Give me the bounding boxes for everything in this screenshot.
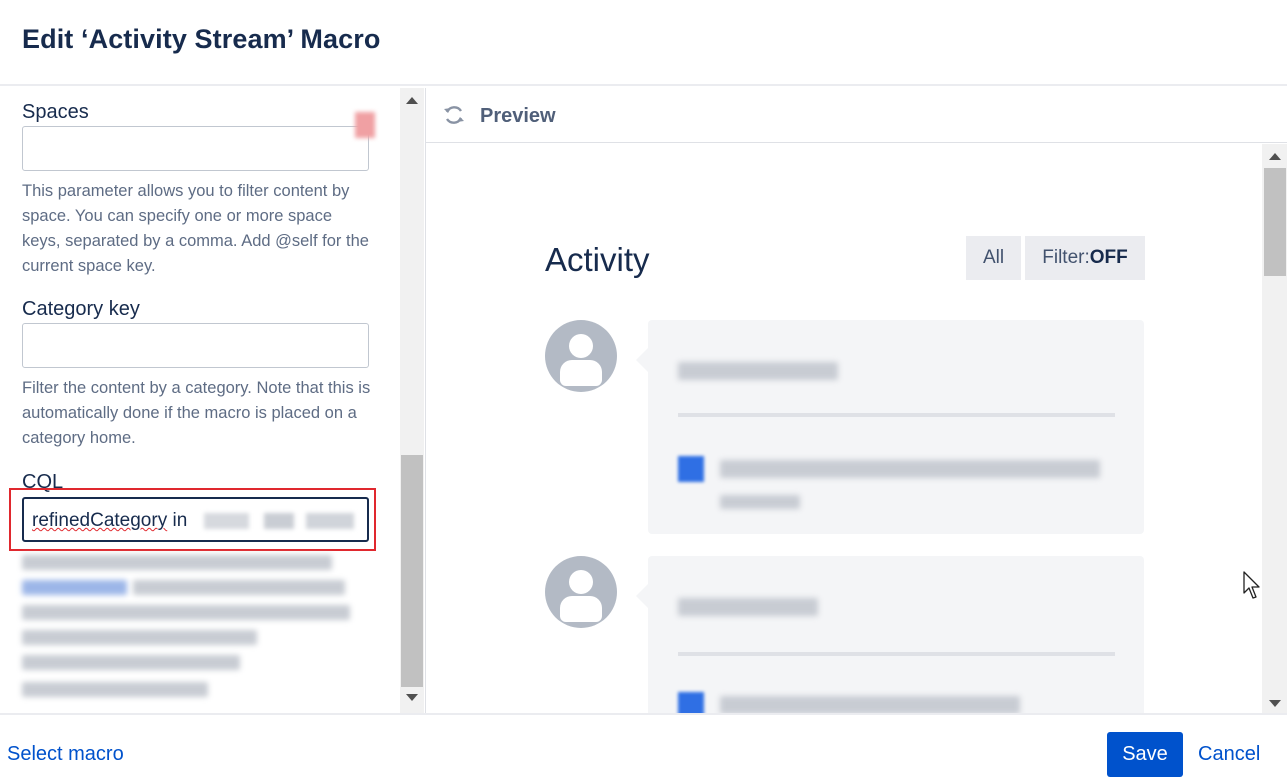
filter-toggle-button[interactable]: Filter:OFF	[1025, 236, 1145, 280]
avatar	[545, 320, 617, 392]
refresh-icon[interactable]	[442, 103, 466, 127]
preview-title: Preview	[480, 105, 556, 127]
activity-card-divider	[678, 413, 1115, 417]
preview-header: Preview	[426, 88, 1287, 143]
scroll-up-arrow-icon[interactable]	[406, 97, 418, 104]
activity-time-redacted	[720, 495, 800, 509]
spaces-label: Spaces	[22, 101, 89, 123]
cql-note-redacted-link	[22, 580, 127, 595]
cql-input-value: refinedCategory in	[32, 510, 187, 532]
activity-card-divider	[678, 652, 1115, 656]
dialog-footer: Select macro Save Cancel	[0, 713, 1287, 781]
cql-redacted-mark	[355, 112, 375, 138]
save-button[interactable]: Save	[1107, 732, 1183, 777]
cql-operator: in	[172, 510, 188, 531]
activity-card	[636, 320, 1144, 534]
mouse-cursor-icon	[1243, 571, 1260, 599]
category-key-help-text: Filter the content by a category. Note t…	[22, 379, 371, 447]
activity-user-redacted	[678, 362, 838, 380]
spaces-help-text: This parameter allows you to filter cont…	[22, 182, 369, 275]
page-icon	[678, 692, 704, 713]
filter-state: OFF	[1089, 247, 1128, 268]
category-key-label: Category key	[22, 298, 140, 320]
scroll-down-arrow-icon[interactable]	[406, 694, 418, 701]
activity-title: Activity	[545, 241, 650, 278]
preview-panel: Preview Activity All Filter:OFF	[425, 88, 1287, 713]
cql-note-redacted-line	[22, 605, 350, 620]
filter-all-label: All	[982, 247, 1005, 268]
spaces-input[interactable]	[22, 126, 369, 171]
cql-note-redacted-line	[133, 580, 345, 595]
parameters-scroll-thumb[interactable]	[401, 455, 423, 687]
scroll-up-arrow-icon[interactable]	[1269, 153, 1281, 160]
filter-toggle-label: Filter:	[1042, 247, 1090, 268]
select-macro-link[interactable]: Select macro	[7, 743, 124, 766]
scroll-down-arrow-icon[interactable]	[1269, 700, 1281, 707]
activity-page-redacted	[720, 696, 1020, 713]
preview-scrollbar[interactable]	[1262, 144, 1287, 713]
preview-canvas: Activity All Filter:OFF	[426, 144, 1262, 713]
page-icon	[678, 456, 704, 482]
filter-all-button[interactable]: All	[966, 236, 1021, 280]
dialog-title: Edit ‘Activity Stream’ Macro	[22, 24, 381, 54]
category-key-input[interactable]	[22, 323, 369, 368]
dialog-header: Edit ‘Activity Stream’ Macro	[0, 0, 1287, 86]
cql-note-redacted-line	[22, 682, 208, 697]
macro-parameters-panel: Spaces This parameter allows you to filt…	[0, 88, 400, 713]
cql-input[interactable]: refinedCategory in	[22, 497, 369, 542]
cql-note-redacted-line	[22, 655, 240, 670]
activity-page-redacted	[720, 460, 1100, 478]
activity-user-redacted	[678, 598, 818, 616]
parameters-scrollbar[interactable]	[400, 88, 424, 713]
cql-redacted-value	[204, 513, 354, 529]
cql-note-redacted-line	[22, 630, 257, 645]
preview-scroll-thumb[interactable]	[1264, 168, 1286, 276]
cql-keyword: refinedCategory	[32, 510, 168, 531]
activity-card	[636, 556, 1144, 713]
cancel-link[interactable]: Cancel	[1198, 743, 1260, 766]
cql-note-redacted-line	[22, 555, 332, 570]
avatar	[545, 556, 617, 628]
